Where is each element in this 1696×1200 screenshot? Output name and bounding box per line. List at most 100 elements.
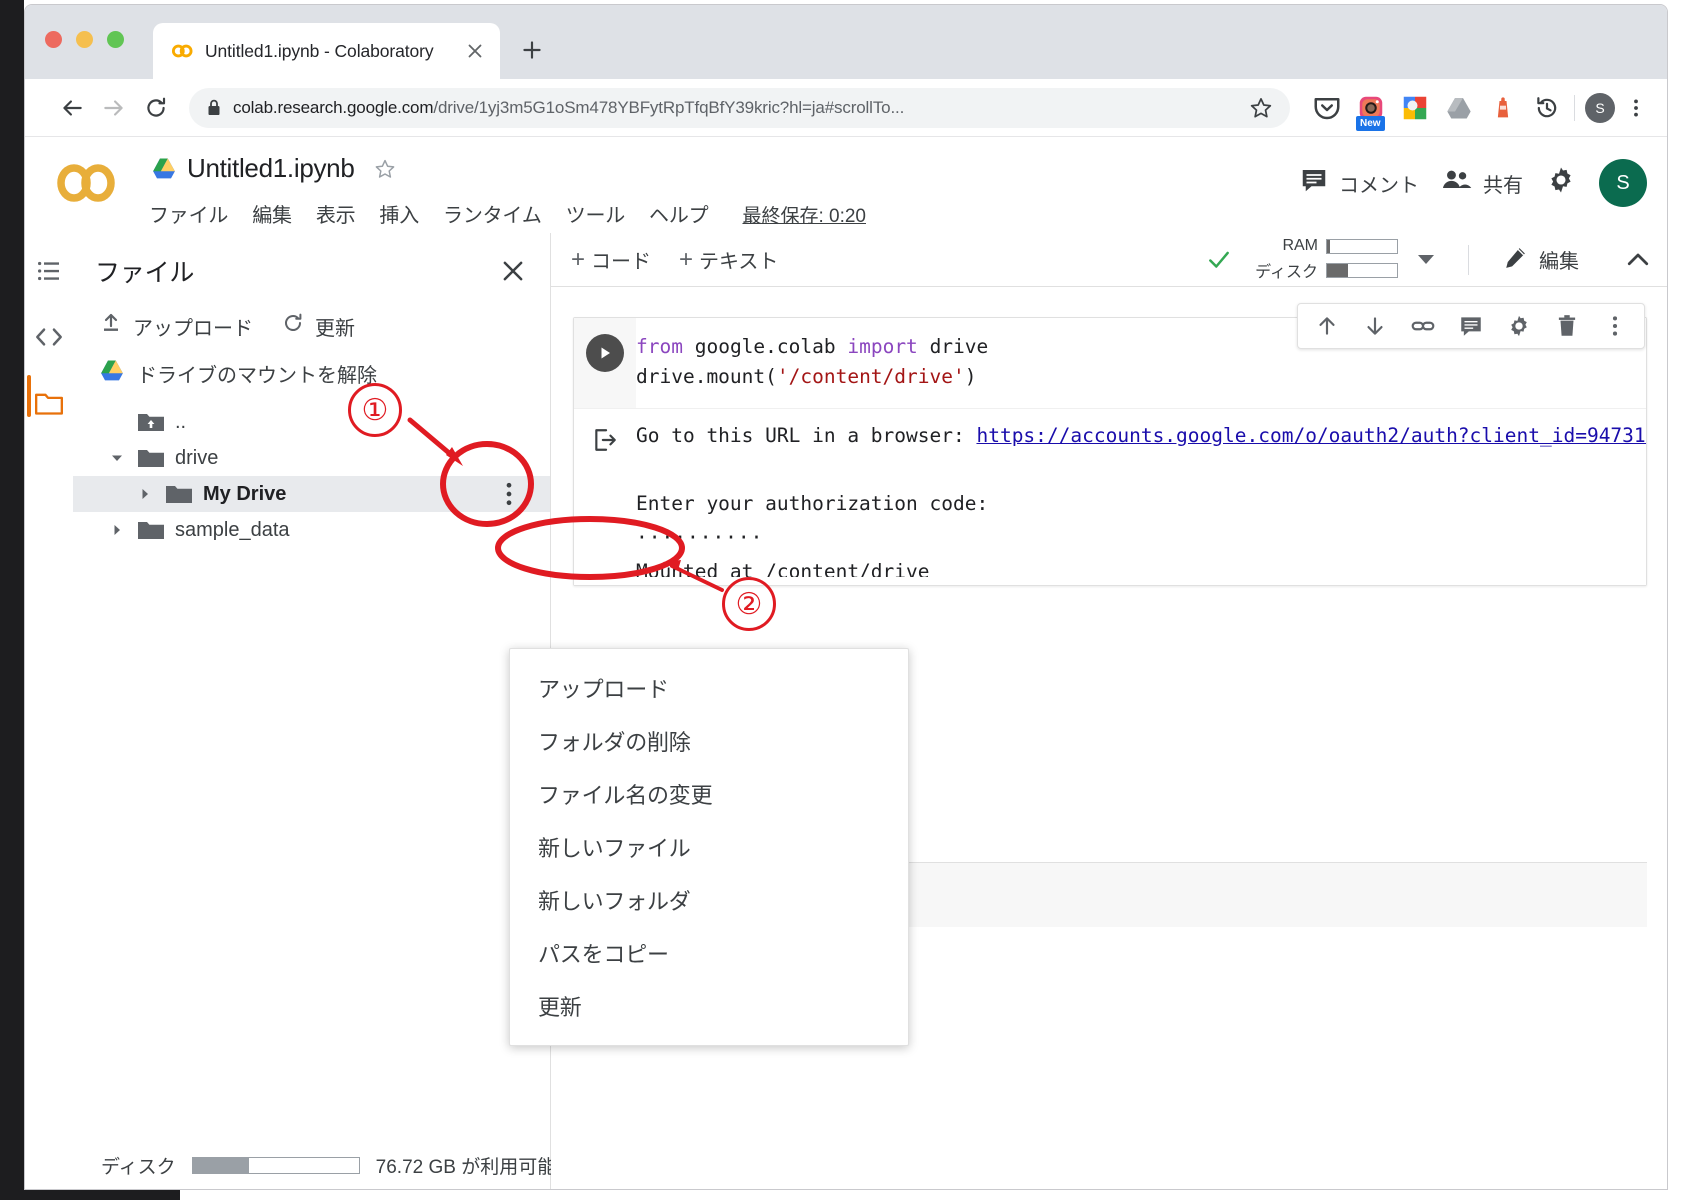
resource-meters[interactable]: RAM ディスク: [1206, 237, 1434, 282]
share-button[interactable]: 共有: [1441, 165, 1523, 201]
add-comment-icon[interactable]: [1458, 313, 1484, 339]
page-title[interactable]: Untitled1.ipynb: [187, 153, 355, 184]
ram-meter-row: RAM: [1242, 237, 1398, 255]
delete-cell-icon[interactable]: [1554, 313, 1580, 339]
more-options-icon[interactable]: [1602, 313, 1628, 339]
new-tab-button[interactable]: [513, 31, 551, 69]
code-module: google.colab: [694, 335, 836, 358]
back-arrow-icon[interactable]: [51, 87, 93, 129]
file-context-menu: アップロード フォルダの削除 ファイル名の変更 新しいファイル 新しいフォルダ …: [509, 648, 909, 1046]
comment-icon: [1299, 165, 1329, 201]
list-item[interactable]: drive: [73, 440, 550, 476]
address-bar[interactable]: colab.research.google.com/drive/1yj3m5G1…: [189, 87, 1290, 128]
context-menu-item-new-folder[interactable]: 新しいフォルダ: [510, 873, 908, 926]
list-item-label: sample_data: [175, 518, 290, 541]
chevron-right-icon[interactable]: [135, 487, 155, 501]
move-cell-up-icon[interactable]: [1314, 313, 1340, 339]
add-code-cell-button[interactable]: + コード: [571, 245, 651, 274]
files-panel-actions: アップロード 更新: [73, 295, 550, 341]
comment-button[interactable]: コメント: [1299, 165, 1419, 201]
upload-button[interactable]: アップロード: [99, 311, 253, 341]
pencil-icon: [1503, 244, 1529, 276]
settings-button[interactable]: [1545, 164, 1577, 202]
menu-help[interactable]: ヘルプ: [649, 199, 709, 228]
edit-mode-button[interactable]: 編集: [1503, 244, 1579, 276]
link-to-cell-icon[interactable]: [1410, 313, 1436, 339]
notebook-code-cell[interactable]: from google.colab import drive drive.mou…: [573, 317, 1647, 586]
google-drive-icon: [99, 359, 125, 388]
list-item-label: My Drive: [203, 482, 287, 505]
close-icon[interactable]: [498, 256, 528, 286]
menu-file[interactable]: ファイル: [149, 199, 228, 228]
add-text-cell-button[interactable]: + テキスト: [679, 245, 778, 274]
browser-tab[interactable]: Untitled1.ipynb - Colaboratory: [153, 23, 500, 79]
context-menu-item-copy-path[interactable]: パスをコピー: [510, 926, 908, 979]
forward-arrow-icon[interactable]: [93, 87, 135, 129]
close-window-button[interactable]: [45, 31, 62, 48]
window-traffic-lights[interactable]: [45, 31, 124, 48]
google-icon[interactable]: [1398, 91, 1432, 125]
google-drive-icon: [151, 157, 177, 180]
instagram-icon[interactable]: New: [1354, 91, 1388, 131]
plus-icon: +: [679, 245, 694, 273]
refresh-label: 更新: [315, 317, 355, 340]
chevron-down-icon[interactable]: [107, 451, 127, 465]
pocket-icon[interactable]: [1310, 91, 1344, 125]
table-of-contents-icon[interactable]: [33, 255, 65, 287]
colab-app: Untitled1.ipynb ファイル 編集 表示 挿入 ランタイム ツール …: [25, 137, 1667, 1189]
folder-up-icon: [137, 411, 165, 433]
cell-settings-icon[interactable]: [1506, 313, 1532, 339]
upload-label: アップロード: [133, 317, 253, 340]
google-drive-icon[interactable]: [1442, 91, 1476, 125]
chevron-up-icon[interactable]: [1623, 245, 1653, 275]
share-label: 共有: [1483, 174, 1523, 197]
reload-icon[interactable]: [135, 87, 177, 129]
menu-runtime[interactable]: ランタイム: [443, 199, 542, 228]
kebab-menu-icon[interactable]: [1621, 93, 1651, 123]
rail-active-indicator: [27, 375, 31, 417]
more-options-icon[interactable]: [494, 479, 524, 509]
browser-profile-avatar[interactable]: S: [1585, 92, 1615, 123]
menu-insert[interactable]: 挿入: [379, 199, 419, 228]
browser-window: Untitled1.ipynb - Colaboratory colab.res…: [24, 4, 1668, 1190]
maximize-window-button[interactable]: [107, 31, 124, 48]
files-folder-icon[interactable]: [33, 387, 65, 419]
colab-logo[interactable]: [55, 159, 117, 207]
output-prefix: Go to this URL in a browser:: [636, 424, 977, 447]
last-saved-status[interactable]: 最終保存: 0:20: [742, 201, 866, 228]
code-snippets-icon[interactable]: [33, 321, 65, 353]
menu-view[interactable]: 表示: [316, 199, 356, 228]
add-text-label: テキスト: [699, 251, 779, 273]
folder-icon: [165, 483, 193, 505]
url-host: colab.research.google.com: [233, 97, 434, 117]
list-item[interactable]: sample_data: [73, 512, 550, 548]
unmount-drive-button[interactable]: ドライブのマウントを解除: [73, 341, 550, 388]
close-icon[interactable]: [464, 40, 486, 62]
caret-down-icon[interactable]: [1418, 255, 1434, 264]
context-menu-item-upload[interactable]: アップロード: [510, 661, 908, 714]
context-menu-item-new-file[interactable]: 新しいファイル: [510, 820, 908, 873]
menu-edit[interactable]: 編集: [252, 199, 292, 228]
star-outline-icon[interactable]: [373, 157, 397, 181]
files-panel-header: ファイル: [73, 233, 550, 295]
context-menu-item-delete-folder[interactable]: フォルダの削除: [510, 714, 908, 767]
list-item[interactable]: ..: [73, 404, 550, 440]
files-panel-title: ファイル: [95, 259, 195, 287]
minimize-window-button[interactable]: [76, 31, 93, 48]
lock-icon: [207, 99, 221, 116]
star-outline-icon[interactable]: [1248, 95, 1274, 121]
move-cell-down-icon[interactable]: [1362, 313, 1388, 339]
chevron-right-icon[interactable]: [107, 523, 127, 537]
code-imported-name: drive: [929, 335, 989, 358]
context-menu-item-refresh[interactable]: 更新: [510, 979, 908, 1032]
menu-tools[interactable]: ツール: [566, 199, 626, 228]
history-icon[interactable]: [1530, 91, 1564, 125]
colab-header-actions: コメント 共有 S: [1299, 159, 1647, 207]
avatar[interactable]: S: [1599, 159, 1647, 207]
run-cell-icon[interactable]: [586, 334, 624, 372]
list-item-my-drive[interactable]: My Drive: [73, 476, 550, 512]
context-menu-item-rename-file[interactable]: ファイル名の変更: [510, 767, 908, 820]
lighthouse-icon[interactable]: [1486, 91, 1520, 125]
oauth-url-link[interactable]: https://accounts.google.com/o/oauth2/aut…: [976, 424, 1646, 447]
refresh-button[interactable]: 更新: [281, 311, 355, 341]
